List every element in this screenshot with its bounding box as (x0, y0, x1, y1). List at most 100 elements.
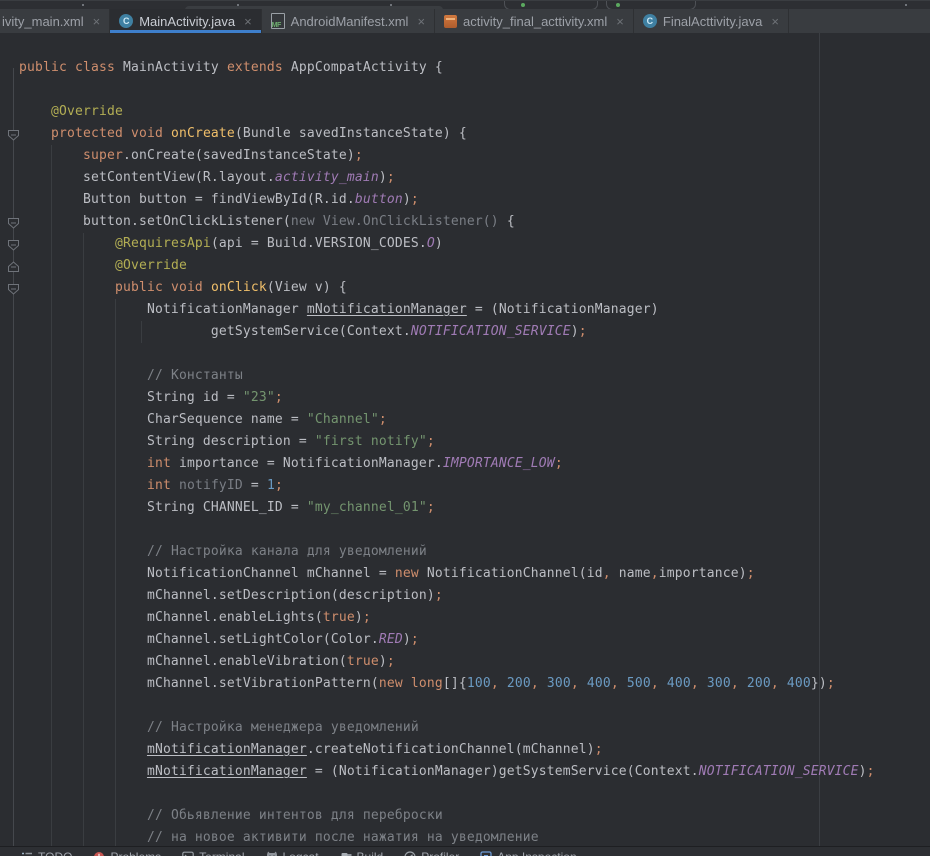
code-line[interactable]: // Настройка канала для уведомлений (0, 541, 930, 563)
toolwindow-button-profiler[interactable]: Profiler (404, 850, 459, 856)
fold-collapse-icon[interactable] (7, 282, 20, 294)
code-token: mChannel.enableVibration( (19, 654, 347, 669)
editor-tab-mainactivity-java[interactable]: C MainActivity.java × (110, 9, 261, 33)
code-line[interactable]: button.setOnClickListener(new View.OnCli… (0, 211, 930, 233)
run-icon (521, 3, 525, 7)
code-line[interactable]: // Обьявление интентов для переброски (0, 805, 930, 827)
code-token: { (507, 214, 515, 229)
code-token: AppCompatActivity { (291, 60, 443, 75)
code-token: "Channel" (307, 412, 379, 427)
code-token: button.setOnClickListener( (19, 214, 291, 229)
code-line[interactable]: mChannel.enableLights(true); (0, 607, 930, 629)
toolwindow-button-todo[interactable]: TODO (21, 850, 72, 856)
fold-collapse-up-icon[interactable] (7, 260, 20, 272)
toolbar-separator (237, 4, 239, 6)
code-lines: public class MainActivity extends AppCom… (0, 57, 930, 846)
code-line[interactable]: getSystemService(Context.NOTIFICATION_SE… (0, 321, 930, 343)
code-line[interactable]: NotificationManager mNotificationManager… (0, 299, 930, 321)
toolwindow-button-terminal[interactable]: Terminal (182, 850, 244, 856)
code-line[interactable]: @Override (0, 101, 930, 123)
editor-tab-androidmanifest-xml[interactable]: MFAndroidManifest.xml× (262, 9, 435, 33)
code-line[interactable]: mNotificationManager = (NotificationMana… (0, 761, 930, 783)
code-line[interactable]: NotificationChannel mChannel = new Notif… (0, 563, 930, 585)
code-line[interactable]: mChannel.setLightColor(Color.RED); (0, 629, 930, 651)
code-line[interactable]: String CHANNEL_ID = "my_channel_01"; (0, 497, 930, 519)
java-class-icon: C (119, 14, 133, 28)
profiler-icon (404, 851, 416, 856)
code-token: NOTIFICATION_SERVICE (411, 324, 571, 339)
toolwindow-button-problems[interactable]: Problems (93, 850, 161, 856)
tab-label: MainActivity.java (139, 14, 235, 29)
code-line[interactable]: super.onCreate(savedInstanceState); (0, 145, 930, 167)
code-line[interactable]: @Override (0, 255, 930, 277)
code-token: ; (275, 478, 283, 493)
code-editor[interactable]: public class MainActivity extends AppCom… (0, 33, 930, 846)
code-line[interactable]: setContentView(R.layout.activity_main); (0, 167, 930, 189)
code-token: 300 (707, 676, 731, 691)
code-line[interactable]: Button button = findViewById(R.id.button… (0, 189, 930, 211)
editor-tab-activity-final-acttivity-xml[interactable]: activity_final_acttivity.xml× (435, 9, 634, 33)
code-line[interactable] (0, 519, 930, 541)
code-line[interactable]: protected void onCreate(Bundle savedInst… (0, 123, 930, 145)
code-token: ; (355, 148, 363, 163)
code-line[interactable]: int notifyID = 1; (0, 475, 930, 497)
code-token: String CHANNEL_ID = (19, 500, 307, 515)
code-line[interactable]: // Константы (0, 365, 930, 387)
code-token: String id = (19, 390, 243, 405)
code-token: = (NotificationManager) (467, 302, 659, 317)
code-line[interactable]: mChannel.setVibrationPattern(new long[]{… (0, 673, 930, 695)
fold-collapse-icon[interactable] (7, 128, 20, 140)
code-token: 400 (787, 676, 811, 691)
code-token: ) (435, 236, 443, 251)
code-line[interactable]: int importance = NotificationManager.IMP… (0, 453, 930, 475)
toolbar-separator (905, 4, 907, 6)
fold-collapse-icon[interactable] (7, 216, 20, 228)
toolwindow-button-label: Profiler (421, 850, 459, 856)
tab-close-icon[interactable]: × (417, 14, 425, 29)
manifest-mf-label: MF (272, 22, 281, 29)
code-token: ; (427, 500, 435, 515)
code-line[interactable]: String id = "23"; (0, 387, 930, 409)
code-line[interactable]: mChannel.enableVibration(true); (0, 651, 930, 673)
code-token: (Bundle savedInstanceState) { (235, 126, 467, 141)
tab-close-icon[interactable]: × (616, 14, 624, 29)
code-token: true (323, 610, 355, 625)
code-line[interactable] (0, 783, 930, 805)
code-token: @RequiresApi (115, 236, 211, 251)
toolwindow-button-logcat[interactable]: Logcat (266, 850, 319, 856)
app-inspection-icon (480, 851, 492, 856)
logcat-icon (266, 851, 278, 856)
code-token (19, 280, 115, 295)
code-line[interactable] (0, 695, 930, 717)
code-line[interactable]: // Настройка менеджера уведомлений (0, 717, 930, 739)
code-line[interactable]: @RequiresApi(api = Build.VERSION_CODES.O… (0, 233, 930, 255)
code-token: 100 (467, 676, 491, 691)
code-token: = (NotificationManager)getSystemService(… (307, 764, 699, 779)
code-line[interactable] (0, 79, 930, 101)
tab-close-icon[interactable]: × (244, 14, 252, 29)
code-token: , (651, 676, 667, 691)
code-token: .createNotificationChannel(mChannel) (307, 742, 595, 757)
code-line[interactable]: String description = "first notify"; (0, 431, 930, 453)
code-line[interactable]: mNotificationManager.createNotificationC… (0, 739, 930, 761)
code-token: mChannel.enableLights( (19, 610, 323, 625)
editor-tab-ivity-main-xml[interactable]: ivity_main.xml × (0, 9, 110, 33)
toolwindow-button-app-inspection[interactable]: App Inspection (480, 850, 576, 856)
code-line[interactable] (0, 343, 930, 365)
code-token: importance = NotificationManager. (179, 456, 443, 471)
tab-label: ivity_main.xml (2, 14, 84, 29)
tab-close-icon[interactable]: × (93, 14, 101, 29)
code-token: "23" (243, 390, 275, 405)
code-line[interactable]: // на новое активити после нажатия на ув… (0, 827, 930, 846)
code-line[interactable]: mChannel.setDescription(description); (0, 585, 930, 607)
code-line[interactable]: public class MainActivity extends AppCom… (0, 57, 930, 79)
code-token: ) (379, 170, 387, 185)
editor-tab-finalacttivity-java[interactable]: CFinalActtivity.java× (634, 9, 789, 33)
code-line[interactable]: public void onClick(View v) { (0, 277, 930, 299)
code-line[interactable]: CharSequence name = "Channel"; (0, 409, 930, 431)
toolwindow-button-build[interactable]: Build (340, 850, 384, 856)
code-token: @Override (51, 104, 123, 119)
tab-close-icon[interactable]: × (771, 14, 779, 29)
code-token: 200 (747, 676, 771, 691)
fold-collapse-icon[interactable] (7, 238, 20, 250)
